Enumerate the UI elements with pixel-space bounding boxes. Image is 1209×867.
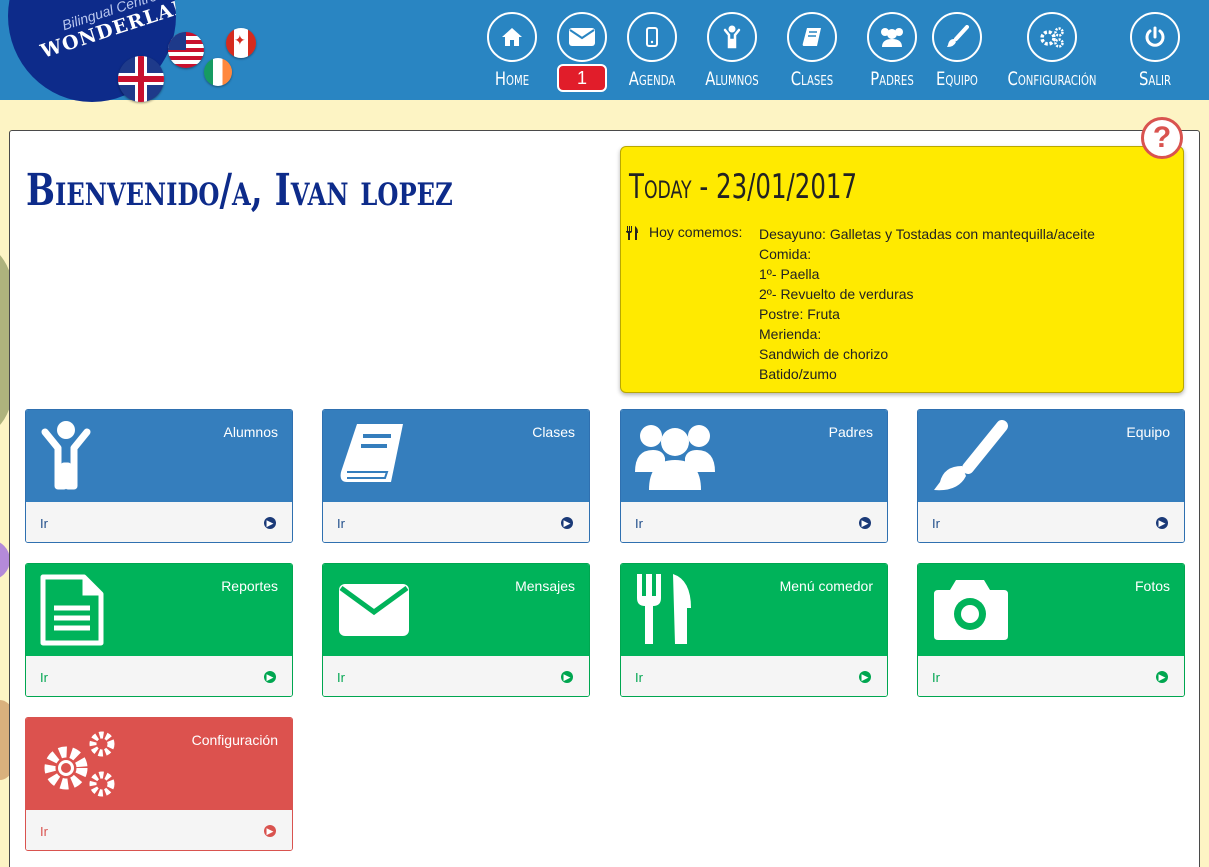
nav-label: Equipo bbox=[936, 68, 978, 90]
tile-link[interactable]: Ir bbox=[337, 516, 345, 531]
gears-icon bbox=[1040, 27, 1064, 48]
cutlery-icon bbox=[626, 226, 638, 240]
nav-salir[interactable]: Salir bbox=[1130, 12, 1180, 90]
tile-title: Fotos bbox=[1134, 578, 1170, 594]
arrow-right-icon: ▶ bbox=[264, 517, 276, 529]
home-icon bbox=[502, 28, 522, 46]
menu-line: Batido/zumo bbox=[759, 366, 837, 382]
page-title: Bienvenido/a, Ivan lopez bbox=[26, 165, 453, 216]
book-icon bbox=[802, 28, 821, 46]
nav-label: Configuración bbox=[1007, 68, 1097, 90]
camera-icon bbox=[934, 580, 1008, 640]
arrow-right-icon: ▶ bbox=[1156, 671, 1168, 683]
arrow-right-icon: ▶ bbox=[561, 671, 573, 683]
nav-clases[interactable]: Clases bbox=[777, 12, 847, 90]
child-icon bbox=[723, 25, 741, 49]
nav-alumnos[interactable]: Alumnos bbox=[697, 12, 767, 90]
menu-label: Hoy comemos: bbox=[649, 224, 743, 240]
envelope-icon bbox=[339, 584, 409, 636]
tile-clases[interactable]: Clases Ir ▶ bbox=[322, 409, 590, 543]
nav-label: Clases bbox=[790, 68, 834, 90]
tile-title: Alumnos bbox=[223, 424, 278, 440]
tile-link[interactable]: Ir bbox=[635, 516, 643, 531]
messages-badge: 1 bbox=[557, 64, 607, 92]
arrow-right-icon: ▶ bbox=[264, 825, 276, 837]
document-icon bbox=[40, 574, 104, 646]
menu-line: 2º- Revuelto de verduras bbox=[759, 286, 914, 302]
tile-link[interactable]: Ir bbox=[635, 670, 643, 685]
tile-link[interactable]: Ir bbox=[40, 516, 48, 531]
help-button[interactable]: ? bbox=[1141, 117, 1183, 159]
ireland-flag-icon[interactable] bbox=[204, 58, 232, 86]
canada-flag-icon[interactable] bbox=[226, 28, 256, 58]
tile-padres[interactable]: Padres Ir ▶ bbox=[620, 409, 888, 543]
arrow-right-icon: ▶ bbox=[561, 517, 573, 529]
tile-equipo[interactable]: Equipo Ir ▶ bbox=[917, 409, 1185, 543]
mobile-icon bbox=[646, 27, 658, 47]
tile-reportes[interactable]: Reportes Ir ▶ bbox=[25, 563, 293, 697]
menu-lines: Desayuno: Galletas y Tostadas con manteq… bbox=[759, 224, 1095, 384]
menu-line: 1º- Paella bbox=[759, 266, 820, 282]
tile-alumnos[interactable]: Alumnos Ir ▶ bbox=[25, 409, 293, 543]
child-icon bbox=[41, 421, 91, 490]
cutlery-icon bbox=[637, 574, 691, 644]
tile-link[interactable]: Ir bbox=[40, 824, 48, 839]
tile-title: Reportes bbox=[221, 578, 278, 594]
tile-title: Clases bbox=[532, 424, 575, 440]
book-icon bbox=[340, 424, 403, 482]
today-title: Today - 23/01/2017 bbox=[629, 167, 858, 207]
menu-line: Comida: bbox=[759, 246, 812, 262]
tile-title: Padres bbox=[828, 424, 873, 440]
tile-link[interactable]: Ir bbox=[932, 516, 940, 531]
nav-label: Agenda bbox=[628, 68, 676, 90]
uk-flag-icon[interactable] bbox=[118, 56, 164, 102]
nav-agenda[interactable]: Agenda bbox=[617, 12, 687, 90]
gears-icon bbox=[44, 731, 115, 797]
menu-line: Sandwich de chorizo bbox=[759, 346, 889, 362]
users-icon bbox=[635, 425, 715, 490]
us-flag-icon[interactable] bbox=[168, 32, 204, 68]
tile-link[interactable]: Ir bbox=[337, 670, 345, 685]
arrow-right-icon: ▶ bbox=[264, 671, 276, 683]
menu-line: Merienda: bbox=[759, 326, 822, 342]
tile-link[interactable]: Ir bbox=[40, 670, 48, 685]
tile-title: Menú comedor bbox=[779, 578, 873, 594]
tile-fotos[interactable]: Fotos Ir ▶ bbox=[917, 563, 1185, 697]
tile-title: Equipo bbox=[1126, 424, 1170, 440]
users-icon bbox=[881, 28, 903, 47]
power-icon bbox=[1145, 26, 1165, 47]
arrow-right-icon: ▶ bbox=[859, 517, 871, 529]
tile-title: Mensajes bbox=[515, 578, 575, 594]
nav-configuracion[interactable]: Configuración bbox=[987, 12, 1117, 90]
tile-mensajes[interactable]: Mensajes Ir ▶ bbox=[322, 563, 590, 697]
nav-label: Home bbox=[494, 68, 530, 90]
nav-messages[interactable]: 1 bbox=[557, 12, 607, 92]
nav-label: Padres bbox=[870, 68, 914, 90]
tile-configuracion[interactable]: Configuración Ir ▶ bbox=[25, 717, 293, 851]
nav-label: Alumnos bbox=[705, 68, 759, 90]
tile-title: Configuración bbox=[191, 732, 278, 748]
menu-line: Postre: Fruta bbox=[759, 306, 840, 322]
menu-line: Desayuno: Galletas y Tostadas con manteq… bbox=[759, 226, 1095, 242]
nav-equipo[interactable]: Equipo bbox=[927, 12, 987, 90]
nav-home[interactable]: Home bbox=[487, 12, 537, 90]
arrow-right-icon: ▶ bbox=[1156, 517, 1168, 529]
today-card: Today - 23/01/2017 Hoy comemos: Desayuno… bbox=[620, 146, 1184, 393]
tile-link[interactable]: Ir bbox=[932, 670, 940, 685]
brush-icon bbox=[934, 420, 1008, 491]
tile-menu-comedor[interactable]: Menú comedor Ir ▶ bbox=[620, 563, 888, 697]
nav-label: Salir bbox=[1138, 68, 1172, 90]
nav-padres[interactable]: Padres bbox=[857, 12, 927, 90]
brush-icon bbox=[947, 25, 969, 47]
arrow-right-icon: ▶ bbox=[859, 671, 871, 683]
envelope-icon bbox=[569, 28, 595, 46]
